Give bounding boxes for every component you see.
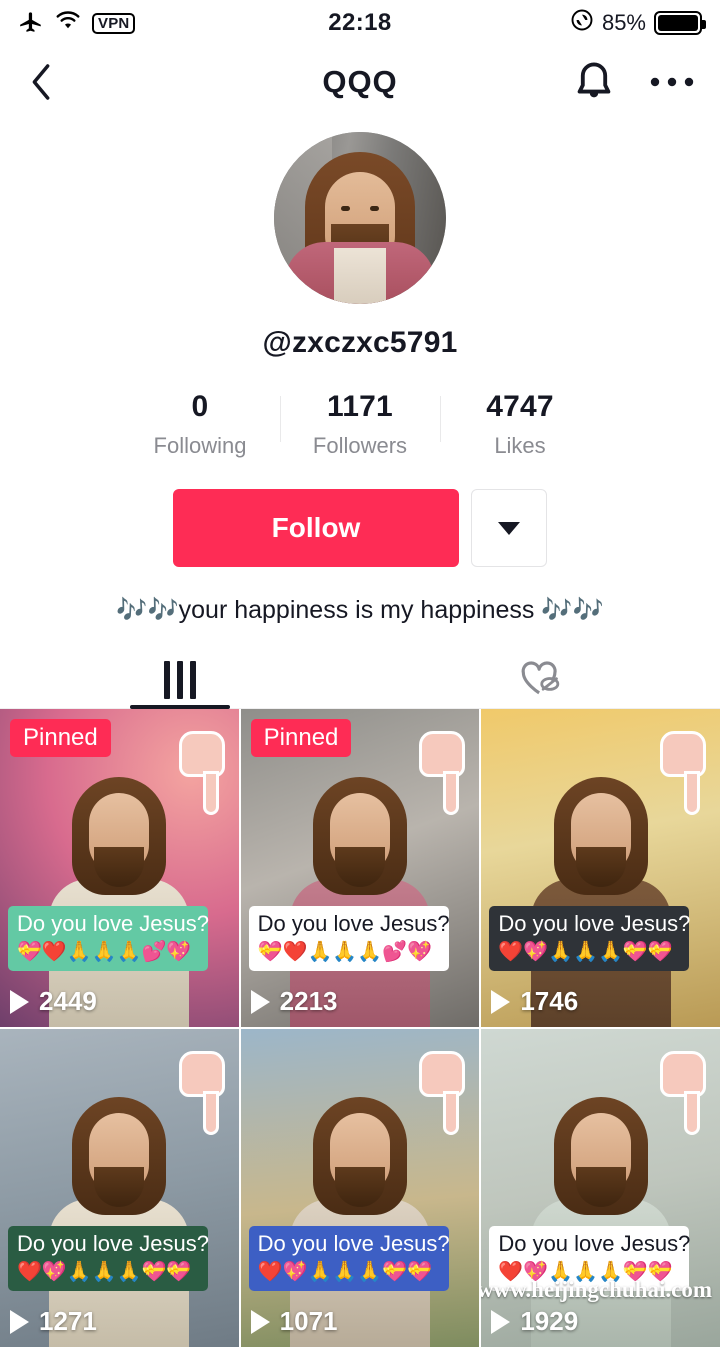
stat-value: 4747: [486, 390, 554, 423]
view-count-value: 1071: [279, 1306, 338, 1337]
caption-text: Do you love Jesus?: [17, 1230, 209, 1256]
view-count: 1929: [491, 1306, 578, 1337]
avatar[interactable]: [274, 132, 446, 304]
follow-button[interactable]: Follow: [173, 489, 459, 567]
stat-value: 1171: [327, 390, 393, 423]
video-thumbnail[interactable]: Pinned Do you love Jesus? 💝❤️🙏🙏🙏💕💖 2213: [240, 709, 480, 1028]
bell-icon[interactable]: [572, 58, 616, 106]
caption-emoji: ❤️💖🙏🙏🙏💝💝: [17, 1261, 192, 1284]
profile-section: @zxczxc5791 0 Following 1171 Followers 4…: [0, 118, 720, 626]
profile-stats: 0 Following 1171 Followers 4747 Likes: [0, 390, 720, 459]
video-thumbnail[interactable]: Do you love Jesus? ❤️💖🙏🙏🙏💝💝 www.heijingc…: [481, 1029, 720, 1347]
video-thumbnail[interactable]: Do you love Jesus? ❤️💖🙏🙏🙏💝💝 1071: [240, 1029, 480, 1347]
video-thumbnail[interactable]: Do you love Jesus? ❤️💖🙏🙏🙏💝💝 1746: [481, 709, 720, 1028]
caption-text: Do you love Jesus?: [257, 910, 450, 936]
video-thumbnail[interactable]: Pinned Do you love Jesus? 💝❤️🙏🙏🙏💕💖 2449: [0, 709, 239, 1028]
pointing-down-hand-sticker: [660, 731, 706, 816]
play-icon: [491, 989, 511, 1014]
battery-icon: [654, 11, 706, 35]
video-caption: Do you love Jesus? ❤️💖🙏🙏🙏💝💝: [8, 1225, 209, 1292]
pointing-down-hand-sticker: [660, 1051, 706, 1136]
site-watermark: www.heijingchuhai.com: [481, 1277, 712, 1303]
tab-liked-private[interactable]: [360, 652, 720, 708]
ellipsis-icon[interactable]: [650, 74, 694, 90]
view-count-value: 1271: [39, 1306, 97, 1337]
stat-label: Likes: [494, 433, 546, 458]
view-count-value: 2213: [279, 986, 338, 1017]
play-icon: [491, 1309, 511, 1334]
play-icon: [10, 1309, 29, 1334]
video-caption: Do you love Jesus? 💝❤️🙏🙏🙏💕💖: [8, 905, 209, 972]
view-count: 1071: [250, 1306, 338, 1337]
stat-label: Following: [153, 433, 247, 458]
status-bar-clock: 22:18: [328, 9, 392, 36]
play-icon: [10, 989, 29, 1014]
play-icon: [250, 989, 270, 1014]
view-count: 1271: [10, 1306, 97, 1337]
pointing-down-hand-sticker: [178, 731, 225, 816]
pointing-down-hand-sticker: [419, 731, 466, 816]
stat-value: 0: [191, 390, 209, 423]
pointing-down-hand-sticker: [178, 1051, 225, 1136]
stat-likes[interactable]: 4747 Likes: [440, 390, 600, 459]
pinned-badge: Pinned: [250, 719, 352, 758]
follow-dropdown-button[interactable]: [471, 489, 547, 567]
caption-text: Do you love Jesus?: [257, 1230, 450, 1256]
status-bar: VPN 22:18 85%: [0, 0, 720, 46]
video-grid: Pinned Do you love Jesus? 💝❤️🙏🙏🙏💕💖 2449 …: [0, 709, 720, 1347]
stat-label: Followers: [312, 433, 408, 458]
page-header: QQQ: [0, 46, 720, 118]
view-count: 2213: [250, 986, 338, 1017]
profile-username: @zxczxc5791: [262, 326, 458, 359]
profile-actions: Follow: [0, 489, 720, 567]
tab-videos-grid[interactable]: [0, 652, 360, 710]
caption-text: Do you love Jesus?: [17, 910, 209, 936]
video-caption: Do you love Jesus? ❤️💖🙏🙏🙏💝💝: [489, 905, 691, 972]
pointing-down-hand-sticker: [419, 1051, 466, 1136]
caption-emoji: 💝❤️🙏🙏🙏💕💖: [17, 941, 192, 964]
profile-bio: 🎶🎶your happiness is my happiness 🎶🎶: [116, 596, 604, 624]
grid-icon: [164, 661, 196, 700]
caption-text: Do you love Jesus?: [498, 910, 691, 936]
stat-following[interactable]: 0 Following: [120, 390, 280, 459]
caption-emoji: ❤️💖🙏🙏🙏💝💝: [257, 1261, 432, 1284]
stat-followers[interactable]: 1171 Followers: [280, 390, 440, 459]
view-count-value: 1929: [520, 1306, 579, 1337]
caption-text: Do you love Jesus?: [498, 1230, 691, 1256]
view-count-value: 1746: [520, 986, 579, 1017]
caption-emoji: ❤️💖🙏🙏🙏💝💝: [498, 941, 673, 964]
video-thumbnail[interactable]: Do you love Jesus? ❤️💖🙏🙏🙏💝💝 1271: [0, 1029, 239, 1347]
profile-tabs: [0, 652, 720, 710]
heart-eye-slash-icon: [517, 657, 563, 704]
play-icon: [250, 1309, 270, 1334]
chevron-down-icon: [498, 521, 520, 535]
view-count: 1746: [491, 986, 578, 1017]
video-caption: Do you love Jesus? ❤️💖🙏🙏🙏💝💝: [248, 1225, 450, 1292]
video-caption: Do you love Jesus? 💝❤️🙏🙏🙏💕💖: [248, 905, 450, 972]
view-count-value: 2449: [39, 986, 97, 1017]
view-count: 2449: [10, 986, 97, 1017]
pinned-badge: Pinned: [10, 719, 111, 758]
caption-emoji: 💝❤️🙏🙏🙏💕💖: [257, 941, 432, 964]
